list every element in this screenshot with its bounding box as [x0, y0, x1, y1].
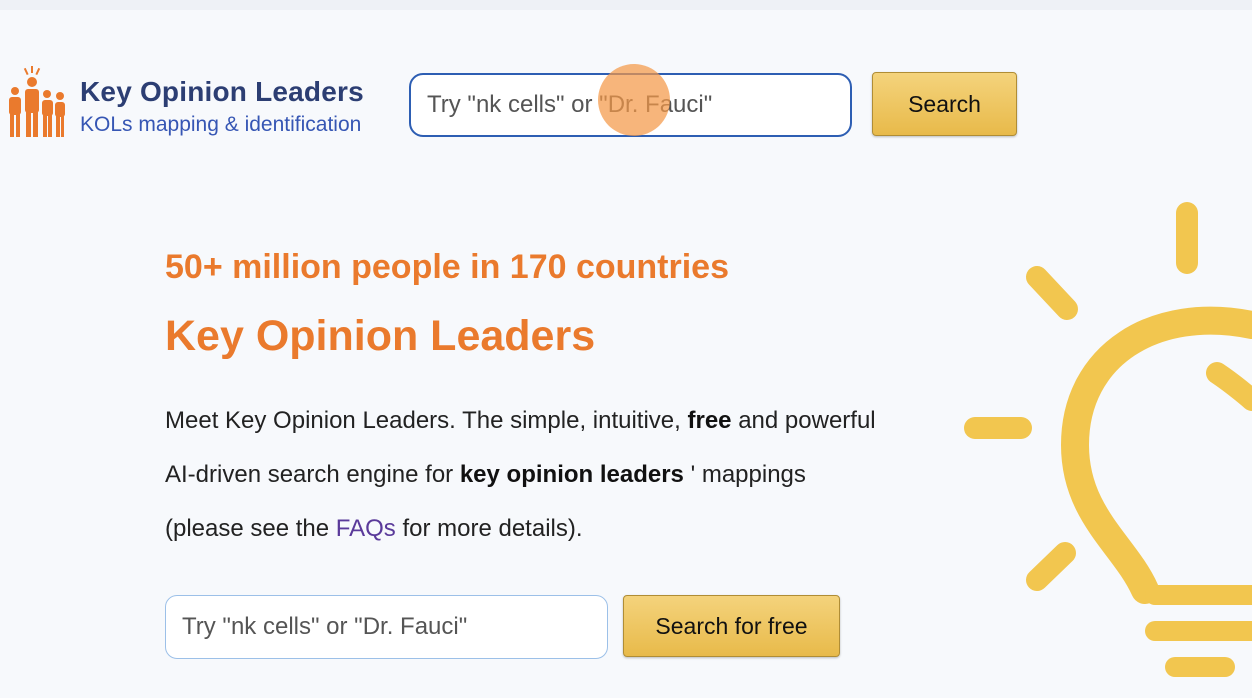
top-strip	[0, 0, 1252, 10]
desc-text: for more details).	[395, 515, 583, 542]
people-group-icon	[9, 66, 65, 137]
faqs-link[interactable]: FAQs	[336, 515, 396, 542]
lightbulb-icon	[964, 202, 1252, 677]
desc-bold-kol: key opinion leaders	[459, 461, 684, 488]
brand-title: Key Opinion Leaders	[80, 76, 364, 107]
brand-logo[interactable]: Key Opinion Leaders KOLs mapping & ident…	[8, 66, 398, 144]
desc-bold-free: free	[687, 407, 732, 434]
hero-description: Meet Key Opinion Leaders. The simple, in…	[165, 394, 885, 556]
hero-tagline: 50+ million people in 170 countries	[165, 248, 730, 286]
header-search-input[interactable]	[409, 73, 852, 137]
hero-search-input[interactable]	[165, 595, 608, 659]
search-for-free-button[interactable]: Search for free	[623, 595, 840, 657]
desc-text: Meet Key Opinion Leaders. The simple, in…	[165, 407, 688, 434]
hero-headline: Key Opinion Leaders	[165, 312, 596, 360]
search-button[interactable]: Search	[872, 72, 1017, 136]
brand-subtitle: KOLs mapping & identification	[80, 113, 362, 136]
